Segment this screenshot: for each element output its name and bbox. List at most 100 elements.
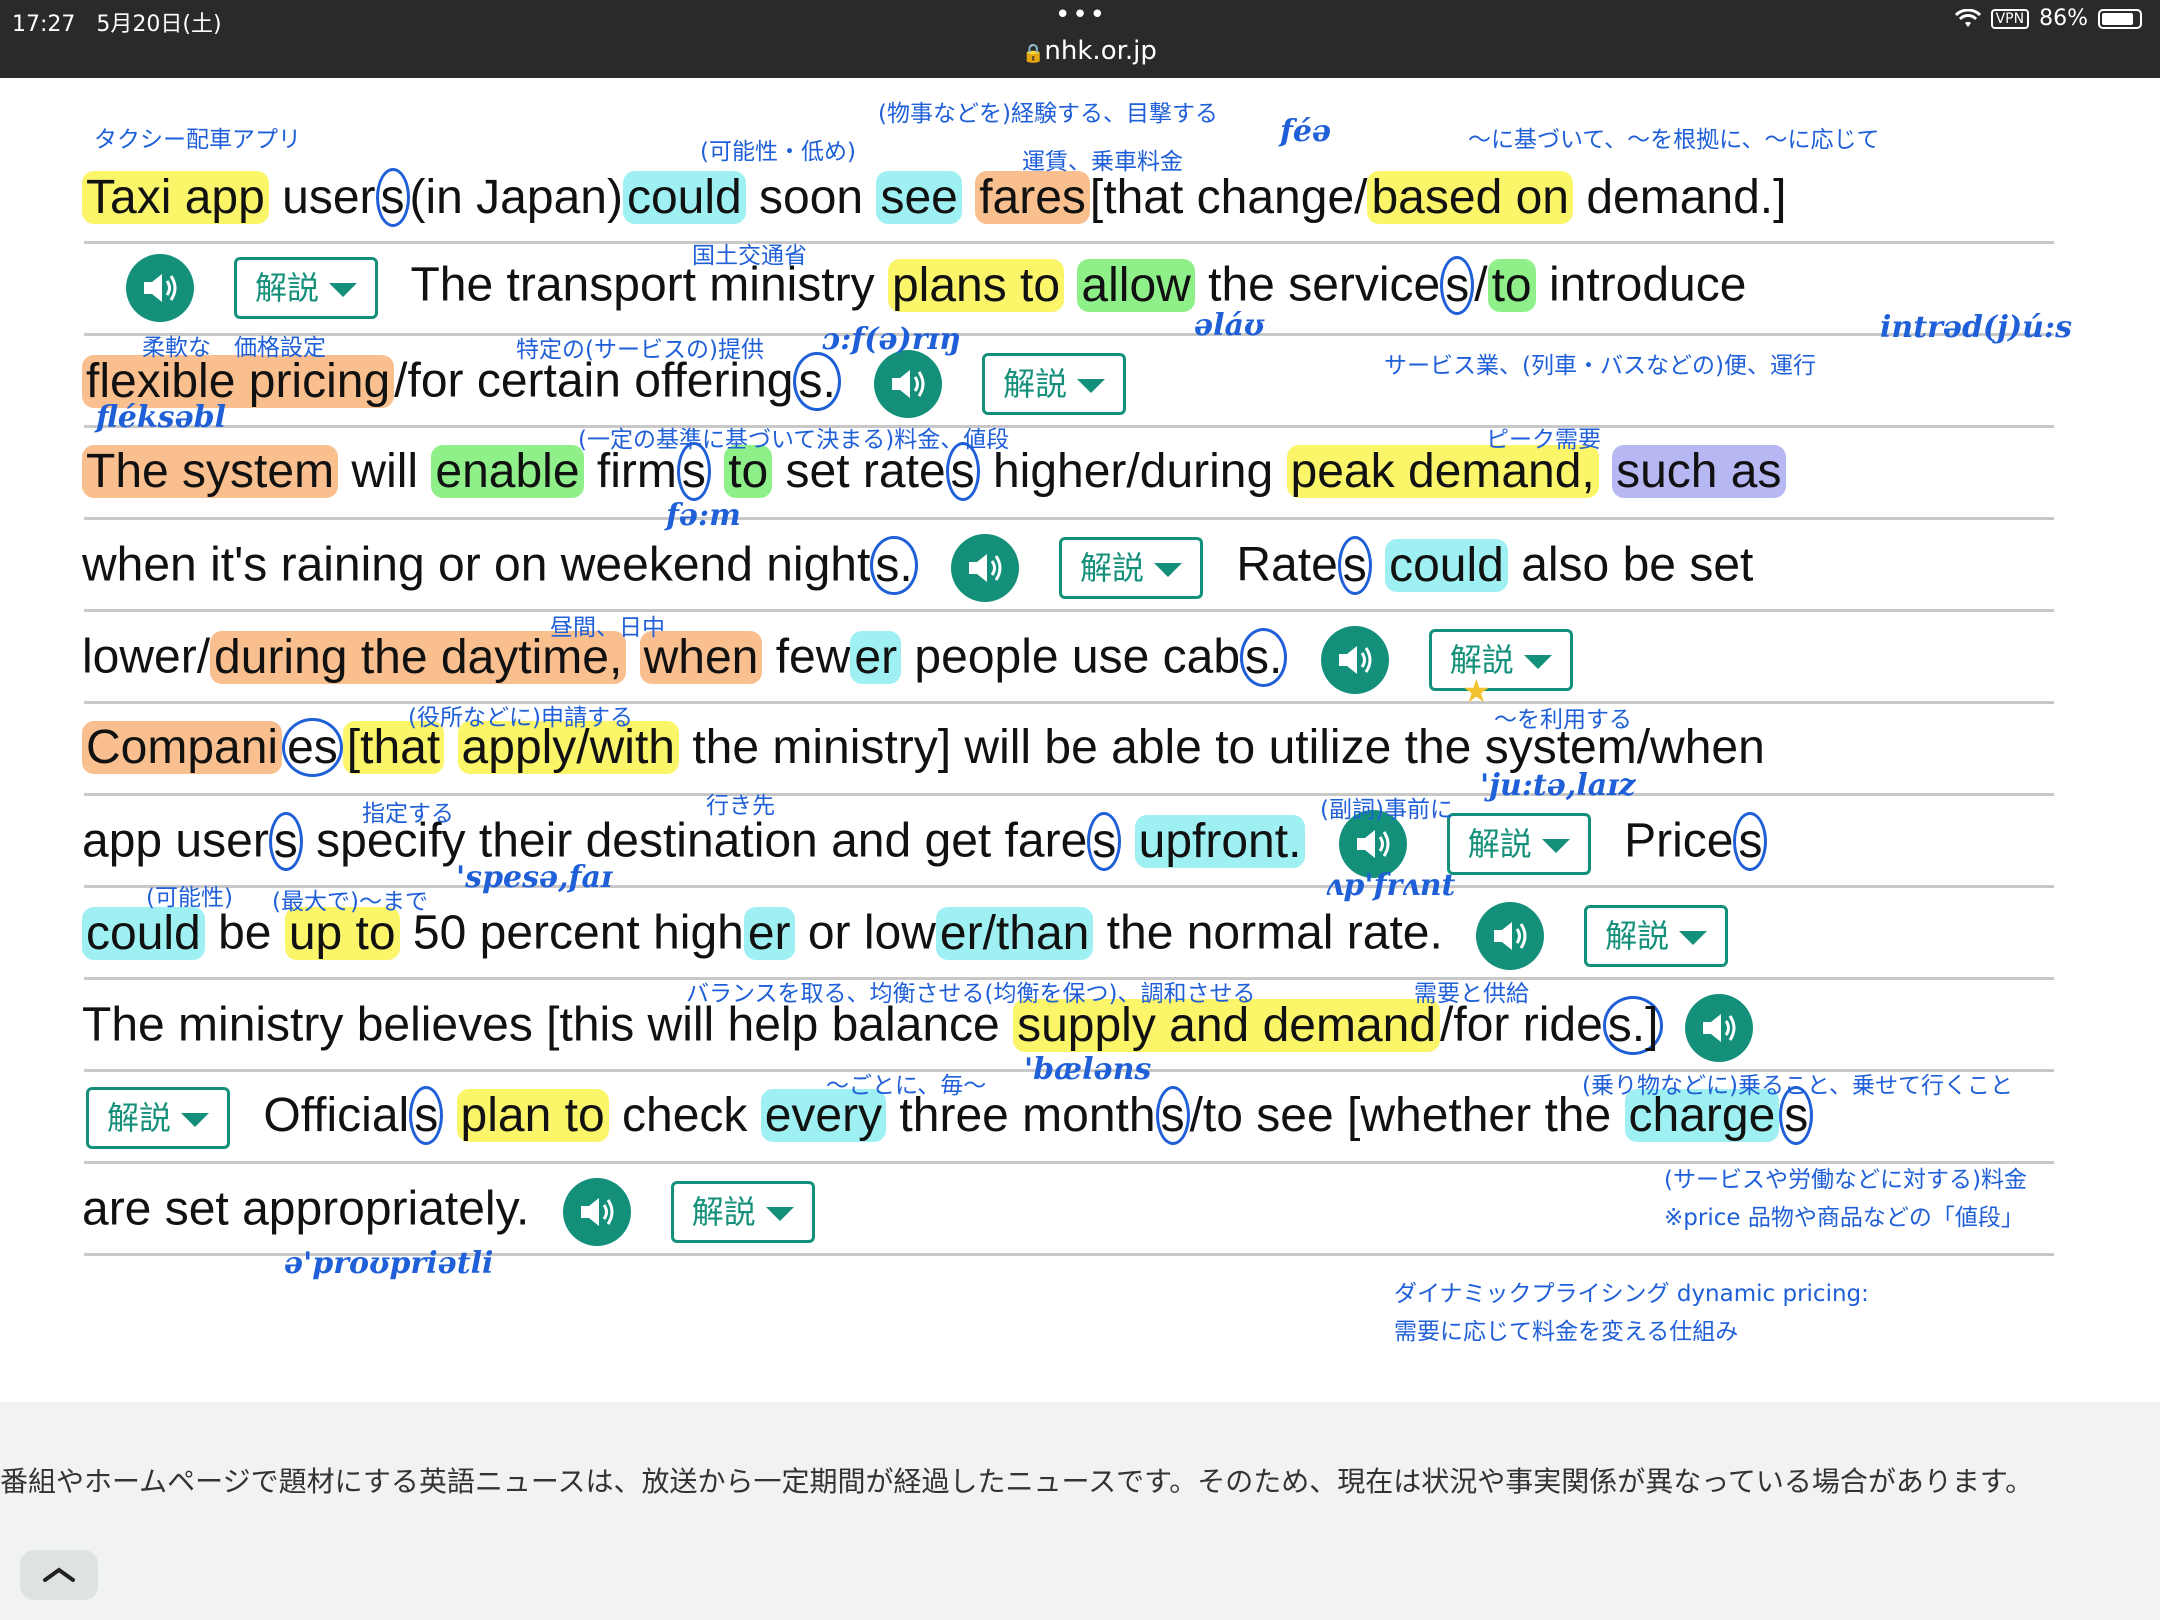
kaisetsu-label: 解説 [107,1099,172,1138]
text: introduce [1535,258,1747,312]
kaisetsu-label: 解説 [1467,825,1532,863]
annotation-note: バランスを取る、均衡させる(均衡を保つ)、調和させる [686,981,1256,1007]
chevron-down-icon [1679,931,1708,945]
annotation-note: (可能性) [146,885,233,911]
sentence-line-6: lower/during the daytime, when fewer peo… [82,626,1593,694]
speaker-icon[interactable] [874,350,943,418]
annotation-note: 特定の(サービスの)提供 [516,337,764,363]
annotation-note: ※price 品物や商品などの「値段」 [1664,1205,2024,1231]
pronunciation-note: ʌp'frʌnt [1326,868,1456,903]
text: / [1474,258,1488,312]
phrase: allow [1077,258,1195,312]
chevron-down-icon [1523,655,1552,669]
kaisetsu-label: 解説 [1605,917,1670,955]
phrase: Taxi app [82,171,269,224]
phrase: could [622,171,746,224]
phrase: er [850,630,902,684]
phrase: could [1385,538,1508,592]
text: few [762,630,851,684]
kaisetsu-label: 解説 [1003,365,1068,403]
article: Taxi app user s (in Japan)could soon see f… [0,78,2160,1408]
kaisetsu-button[interactable]: 解説 [86,1087,231,1150]
plural-s-mark: s [1337,535,1372,595]
more-dots-icon[interactable]: ••• [1055,0,1107,30]
text: will be able to utilize the system/when [951,721,1765,774]
text: 50 percent high [399,906,744,960]
speaker-icon[interactable] [1320,626,1389,694]
text: (in Japan) [409,171,623,224]
star-icon: ★ [1462,672,1491,710]
status-time: 17:27 [12,12,76,37]
text: check [608,1089,761,1142]
annotation-note: 需要と供給 [1414,981,1529,1007]
text: or low [794,906,936,960]
chevron-down-icon [765,1207,794,1221]
lock-icon: 🔒 [1022,43,1045,64]
kaisetsu-button[interactable]: 解説 [1584,905,1729,967]
line-rule [84,609,2054,612]
chevron-up-icon [43,1567,75,1582]
sentence-line-1: Taxi app user s (in Japan)could soon see f… [82,168,1786,228]
annotation-note: (役所などに)申請する [408,705,633,731]
kaisetsu-button[interactable]: 解説 [234,257,379,319]
plural-s-mark: s [375,168,410,227]
annotation-note: 運賃、乗車料金 [1022,149,1183,175]
text [962,171,975,224]
text: change/ [1183,171,1368,224]
kaisetsu-button[interactable]: 解説 [670,1181,815,1243]
annotation-note: タクシー配車アプリ [94,127,301,153]
text: [that [1089,171,1184,224]
phrase: Compani [82,721,283,774]
text: /to see [whether the [1189,1089,1625,1142]
text: Price [1624,814,1734,868]
scroll-to-top-button[interactable] [20,1550,98,1600]
url-text: nhk.or.jp [1044,36,1157,66]
address-bar[interactable]: 🔒nhk.or.jp [1022,36,1157,66]
line-rule [84,793,2054,796]
text: demand.] [1573,171,1787,224]
annotation-note: 行き先 [706,793,775,819]
plural-s-mark: s [1440,255,1475,315]
speaker-icon[interactable] [1684,994,1753,1062]
pronunciation-note: 'bæləns [1024,1052,1152,1087]
text: Official [263,1089,410,1142]
pronunciation-note: fléksəbl [96,400,227,435]
kaisetsu-button[interactable]: 解説 [1059,537,1204,599]
sentence-line-8: app user s specify their destination and … [82,810,1768,878]
text: are set appropriately. [82,1182,530,1236]
footer: 番組やホームページで題材にする英語ニュースは、放送から一定期間が経過したニュース… [0,1402,2160,1620]
plural-s-mark: s. [793,351,841,411]
annotation-note: 柔軟な 価格設定 [142,335,326,361]
disclaimer-text: 番組やホームページで題材にする英語ニュースは、放送から一定期間が経過したニュース… [0,1465,2034,1498]
speaker-icon[interactable] [1476,902,1545,970]
pronunciation-note: fə:m [666,498,741,533]
text: app user [82,814,269,868]
kaisetsu-button[interactable]: 解説 [1428,629,1573,691]
chevron-down-icon [1154,563,1183,577]
text: will [338,445,432,498]
annotation-note: (可能性・低め) [700,139,856,165]
kaisetsu-button[interactable]: 解説 [982,353,1127,415]
phrase: to [1487,258,1536,312]
annotation-note: 国土交通省 [692,243,807,269]
line-rule [84,333,2054,336]
speaker-icon[interactable] [951,534,1020,602]
status-time-date: 17:27 5月20日(土) [12,6,222,38]
annotation-note: (最大で)〜まで [272,889,428,915]
text: higher/during [979,445,1287,498]
pronunciation-note: ə'proʊpriətli [284,1246,494,1281]
kaisetsu-label: 解説 [691,1193,756,1231]
speaker-icon[interactable] [126,254,194,322]
phrase: fares [975,171,1090,224]
phrase: such as [1612,445,1786,498]
annotation-note: 〜ごとに、毎〜 [826,1073,987,1099]
annotation-note: (副詞)事前に [1320,797,1453,823]
plural-s-mark: s.] [1602,995,1664,1055]
kaisetsu-button[interactable]: 解説 [1446,813,1591,875]
sentence-line-12: are set appropriately. 解説 [82,1178,835,1246]
annotation-note: 昼間、日中 [550,615,665,641]
speaker-icon[interactable] [562,1178,631,1246]
phrase: could [82,906,205,960]
text: Rate [1236,538,1338,592]
pronunciation-note: əláʊ [1194,308,1265,343]
